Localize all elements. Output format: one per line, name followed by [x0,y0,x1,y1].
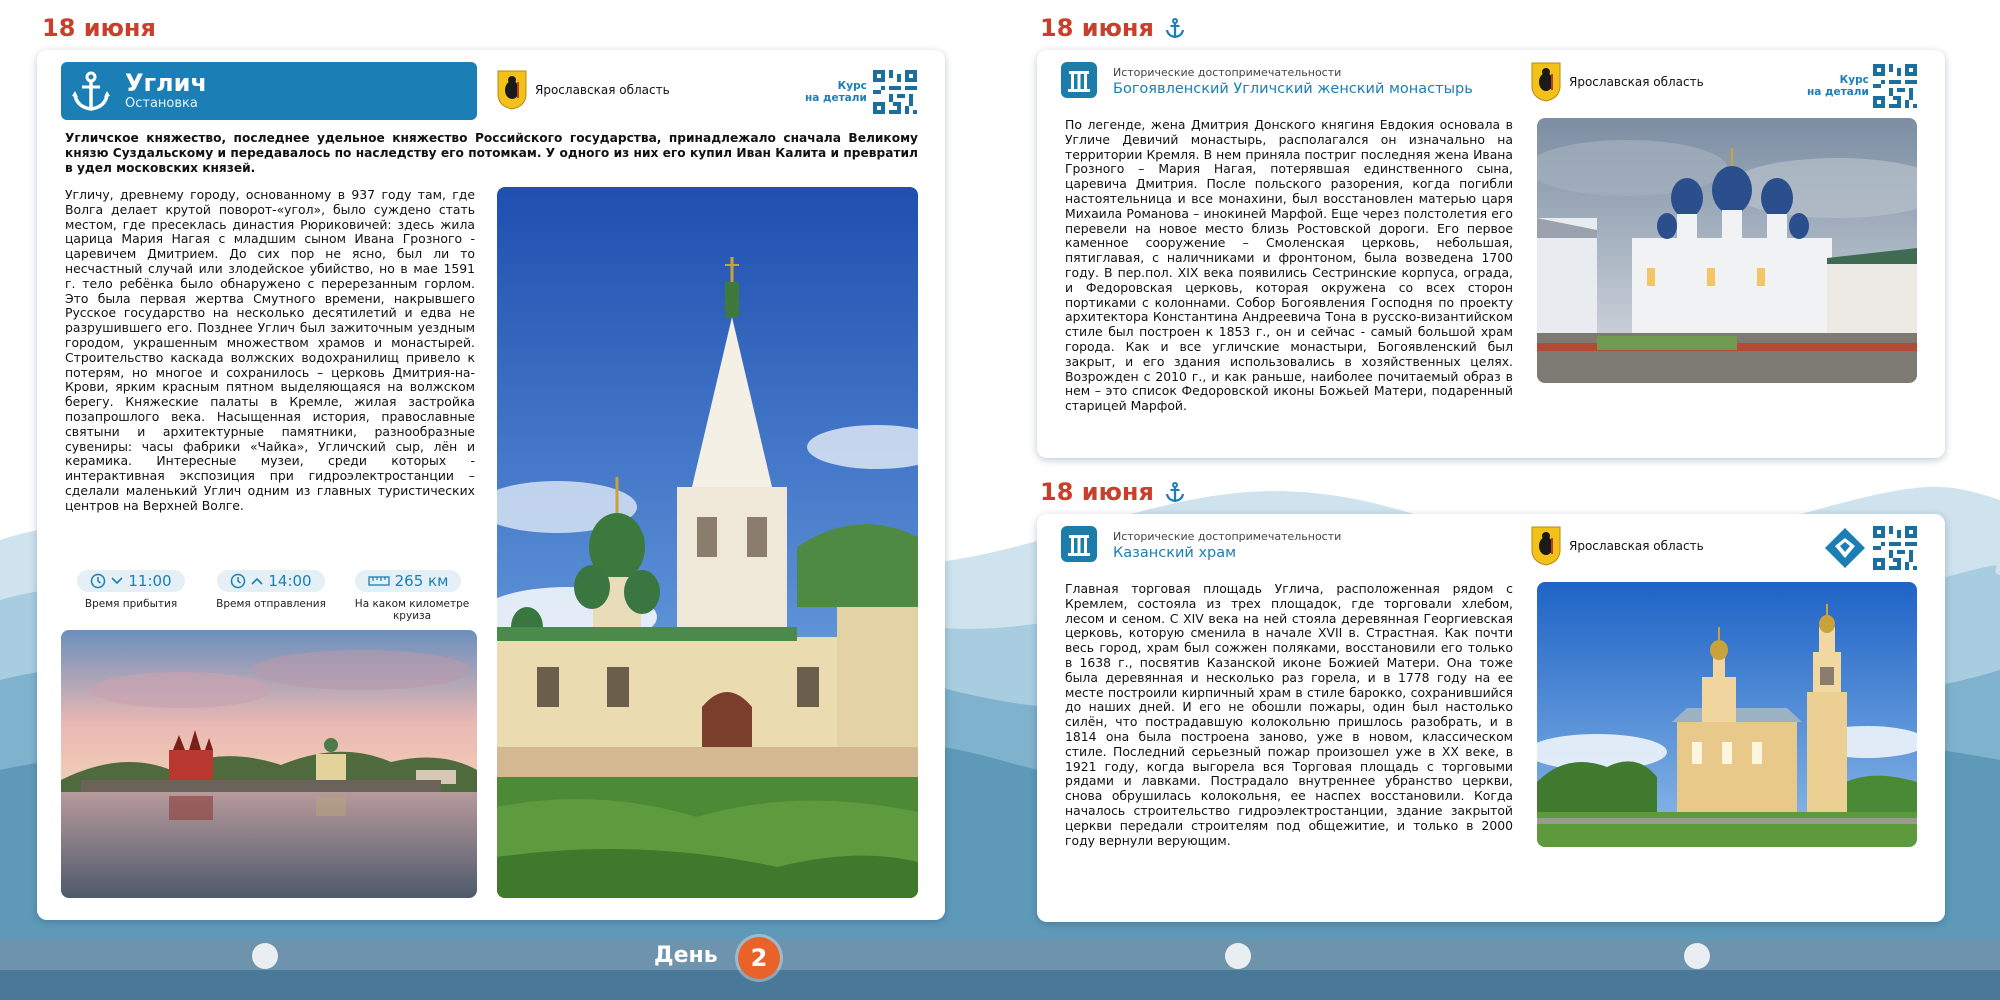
km-pill: 265 км [355,570,461,592]
departure-pill: 14:00 [217,570,325,592]
timeline-dot[interactable] [1684,943,1710,969]
course-link[interactable]: Курс на детали [805,80,867,104]
course-label: Курс [837,80,867,92]
stop-header: Углич Остановка [61,62,477,120]
km-caption: На каком километре круиза [354,598,470,622]
anchor-icon [72,71,110,111]
coat-of-arms-icon [1531,526,1561,566]
region-label: Ярославская область [1531,62,1704,102]
anchor-icon [1166,18,1185,39]
monastery-photo [1537,118,1917,383]
sight-kind: Исторические достопримечательности [1113,66,1342,79]
left-date: 18 июня [42,14,156,42]
uglich-river-photo [61,630,477,898]
chevron-down-icon [111,577,123,585]
kazan-church-photo [1537,582,1917,847]
landmark-column-icon [1061,62,1097,98]
sight-name[interactable]: Казанский храм [1113,545,1341,561]
region-name: Ярославская область [1569,75,1704,89]
ruler-icon [367,576,390,586]
sight-kind: Исторические достопримечательности [1113,530,1342,543]
course-label: Курс [1839,74,1869,86]
right-bottom-date: 18 июня [1040,478,1186,506]
body-text: Угличу, древнему городу, основанному в 9… [65,187,475,513]
stop-card: Углич Остановка Ярославская область Курс… [37,50,945,920]
region-label: Ярославская область [1531,526,1704,566]
departure-time: 14:00 [268,572,312,590]
right-top-date: 18 июня [1040,14,1186,42]
day-label: День [654,943,718,968]
qr-code-icon[interactable] [873,70,917,114]
monastery-text: По легенде, жена Дмитрия Донского княгин… [1065,117,1513,414]
right-top-date-text: 18 июня [1040,14,1154,42]
course-link[interactable]: Курс на детали [1807,74,1869,98]
coat-of-arms-icon [1531,62,1561,102]
footer-bar: День 2 [0,937,2000,979]
course-label: на детали [1807,86,1869,98]
region-name: Ярославская область [535,83,670,97]
day-number-badge[interactable]: 2 [738,937,780,979]
qr-code-icon[interactable] [1873,64,1917,108]
right-bottom-date-text: 18 июня [1040,478,1154,506]
departure-caption: Время отправления [216,598,326,610]
monastery-card: Исторические достопримечательности Богоя… [1037,50,1945,458]
region-label: Ярославская область [497,70,670,110]
stop-name: Углич [125,69,207,97]
clock-icon [91,573,106,589]
arrival-caption: Время прибытия [84,598,178,610]
coat-of-arms-icon [497,70,527,110]
timeline-dot[interactable] [1225,943,1251,969]
qr-code-icon[interactable] [1873,526,1917,570]
region-name: Ярославская область [1569,539,1704,553]
landmark-column-icon [1061,526,1097,562]
sight-name[interactable]: Богоявленский Угличский женский монастыр… [1113,81,1473,97]
lead-paragraph: Угличское княжество, последнее удельное … [65,131,918,175]
sight-title: Исторические достопримечательности Казан… [1113,530,1341,561]
arrival-pill: 11:00 [77,570,185,592]
kazan-church-card: Исторические достопримечательности Казан… [1037,514,1945,922]
chevron-up-icon [251,577,263,585]
anchor-icon [1166,482,1185,503]
day-number: 2 [750,944,768,972]
diamond-logo-icon[interactable] [1823,526,1867,570]
church-photo [497,187,918,898]
clock-icon [231,573,246,589]
arrival-time: 11:00 [128,572,172,590]
km-value: 265 км [394,572,449,590]
timeline-dot[interactable] [252,943,278,969]
sight-title: Исторические достопримечательности Богоя… [1113,66,1473,97]
kazan-text: Главная торговая площадь Углича, располо… [1065,581,1513,848]
course-label: на детали [805,92,867,104]
stop-type: Остановка [125,96,198,111]
